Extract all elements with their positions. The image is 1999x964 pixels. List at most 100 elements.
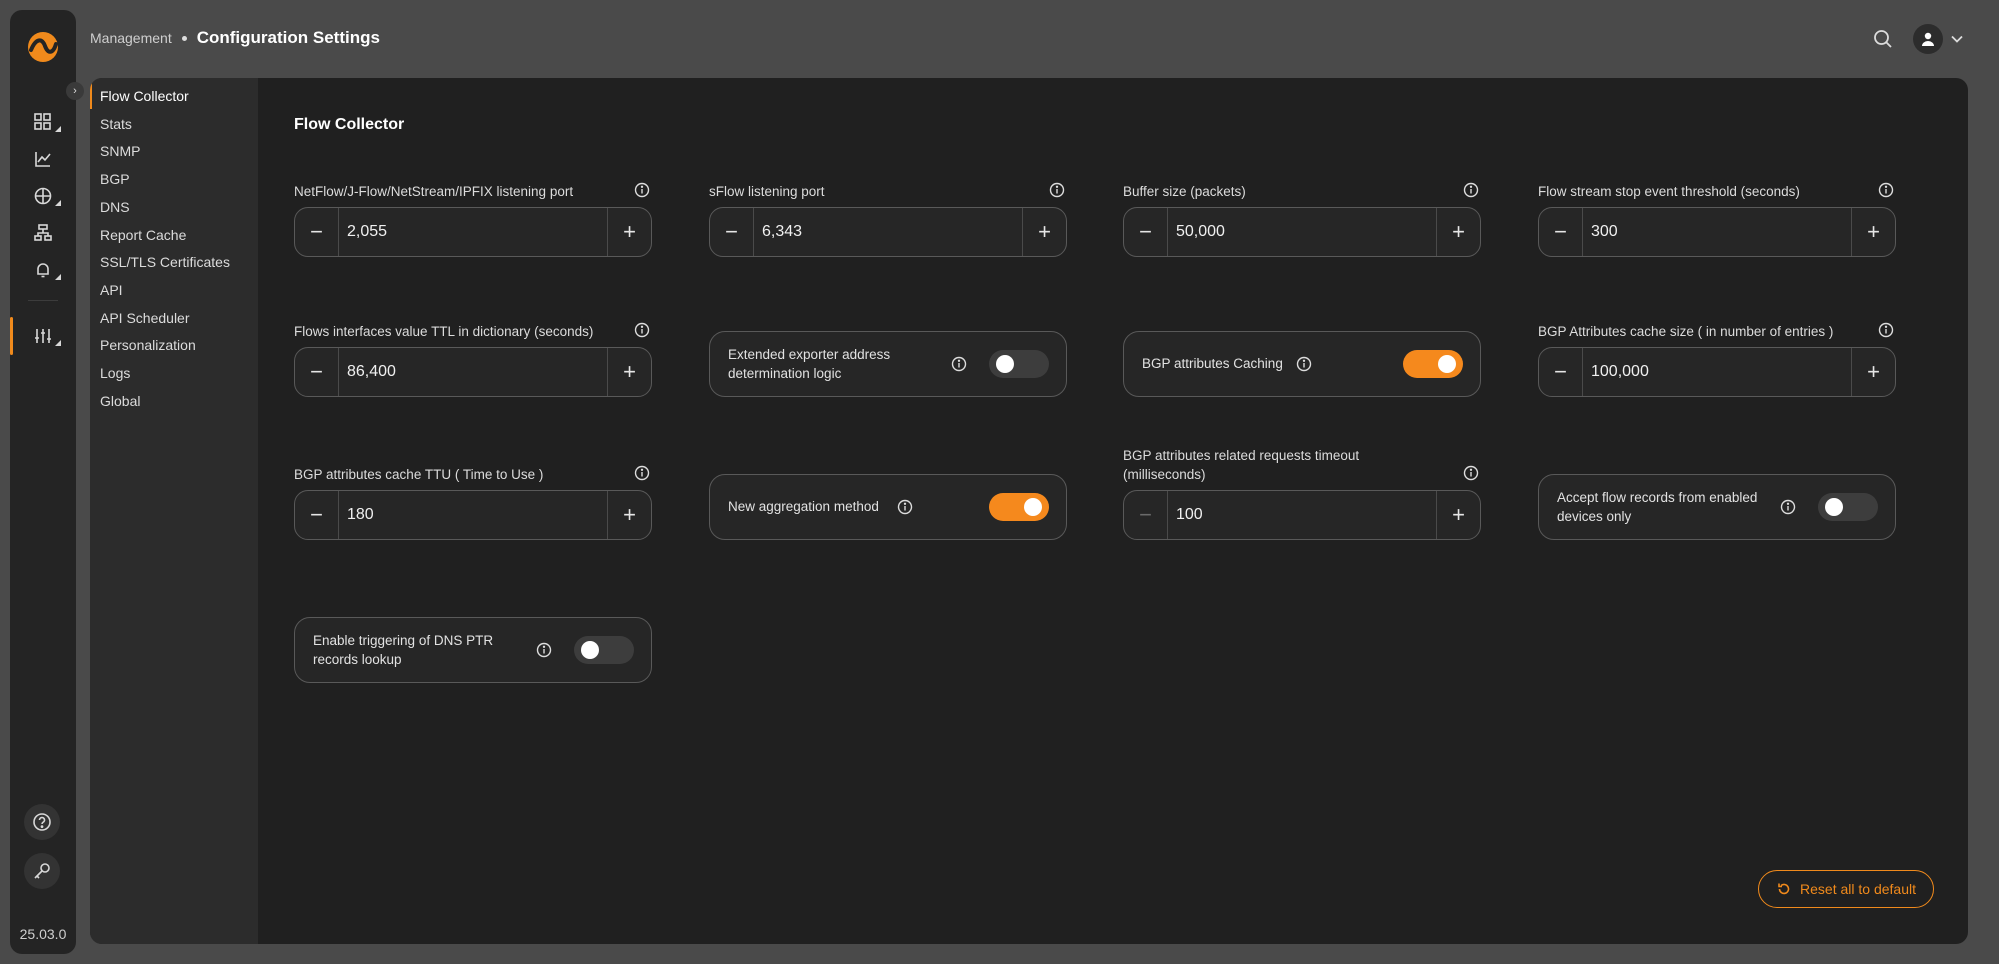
dns-ptr-toggle[interactable] bbox=[574, 636, 634, 664]
subnav-item-snmp[interactable]: SNMP bbox=[100, 141, 140, 161]
subnav-active-indicator bbox=[90, 83, 92, 109]
main-panel: Flow Collector Stats SNMP BGP DNS Report… bbox=[90, 78, 1968, 944]
accept-enabled-label: Accept flow records from enabled devices… bbox=[1557, 488, 1757, 526]
bgp-caching-toggle[interactable] bbox=[1403, 350, 1463, 378]
info-icon[interactable] bbox=[536, 642, 552, 658]
info-icon[interactable] bbox=[634, 465, 650, 481]
sflow-port-input[interactable]: 6,343 bbox=[754, 208, 1022, 256]
increment-button[interactable]: + bbox=[1022, 208, 1066, 256]
subnav-item-personalization[interactable]: Personalization bbox=[100, 335, 196, 355]
decrement-button[interactable]: − bbox=[295, 491, 339, 539]
chevron-down-icon[interactable] bbox=[1950, 32, 1964, 46]
stop-threshold-label: Flow stream stop event threshold (second… bbox=[1538, 184, 1800, 199]
help-icon[interactable] bbox=[24, 804, 60, 840]
extended-exporter-card: Extended exporter address determination … bbox=[709, 331, 1067, 397]
subnav-item-api-scheduler[interactable]: API Scheduler bbox=[100, 308, 190, 328]
reset-icon bbox=[1778, 883, 1790, 895]
info-icon[interactable] bbox=[1878, 322, 1894, 338]
increment-button[interactable]: + bbox=[607, 208, 651, 256]
dns-ptr-card: Enable triggering of DNS PTR records loo… bbox=[294, 617, 652, 683]
info-icon[interactable] bbox=[1780, 499, 1796, 515]
dns-ptr-label-line1: Enable triggering of DNS PTR bbox=[313, 633, 494, 648]
buffer-size-label: Buffer size (packets) bbox=[1123, 184, 1246, 199]
info-icon[interactable] bbox=[1878, 182, 1894, 198]
netflow-port-label: NetFlow/J-Flow/NetStream/IPFIX listening… bbox=[294, 184, 574, 199]
increment-button[interactable]: + bbox=[607, 491, 651, 539]
decrement-button[interactable]: − bbox=[295, 348, 339, 396]
stop-threshold-input[interactable]: 300 bbox=[1583, 208, 1851, 256]
search-icon[interactable] bbox=[1872, 28, 1894, 50]
sflow-port-label: sFlow listening port bbox=[709, 184, 825, 199]
decrement-button[interactable]: − bbox=[1539, 348, 1583, 396]
subnav-item-global[interactable]: Global bbox=[100, 391, 140, 411]
netflow-port-input[interactable]: 2,055 bbox=[339, 208, 607, 256]
subnav-item-ssl-tls[interactable]: SSL/TLS Certificates bbox=[100, 252, 230, 272]
dashboard-icon[interactable] bbox=[10, 102, 76, 142]
user-icon bbox=[1922, 32, 1934, 46]
subnav-item-bgp[interactable]: BGP bbox=[100, 169, 130, 189]
expand-rail-button[interactable]: › bbox=[66, 82, 84, 100]
info-icon[interactable] bbox=[897, 499, 913, 515]
subnav-item-report-cache[interactable]: Report Cache bbox=[100, 225, 186, 245]
bgp-timeout-input[interactable]: 100 bbox=[1168, 491, 1436, 539]
decrement-button[interactable]: − bbox=[1124, 208, 1168, 256]
subnav-item-stats[interactable]: Stats bbox=[100, 114, 132, 134]
new-aggregation-toggle[interactable] bbox=[989, 493, 1049, 521]
bgp-caching-label: BGP attributes Caching bbox=[1142, 356, 1283, 371]
breadcrumb-parent[interactable]: Management bbox=[90, 30, 172, 46]
buffer-size-stepper: − 50,000 + bbox=[1123, 207, 1481, 257]
increment-button[interactable]: + bbox=[1436, 208, 1480, 256]
bell-icon[interactable] bbox=[10, 250, 76, 290]
decrement-button[interactable]: − bbox=[1539, 208, 1583, 256]
flows-ttl-input[interactable]: 86,400 bbox=[339, 348, 607, 396]
subnav-item-dns[interactable]: DNS bbox=[100, 197, 130, 217]
decrement-button[interactable]: − bbox=[710, 208, 754, 256]
decrement-button[interactable]: − bbox=[1124, 491, 1168, 539]
reset-all-button[interactable]: Reset all to default bbox=[1758, 870, 1934, 908]
dns-ptr-label-line2: records lookup bbox=[313, 652, 402, 667]
info-icon[interactable] bbox=[951, 356, 967, 372]
app-rail: › 25.03.0 bbox=[10, 10, 84, 954]
app-version: 25.03.0 bbox=[19, 926, 67, 942]
subnav-item-logs[interactable]: Logs bbox=[100, 363, 130, 383]
bgp-timeout-label-line1: BGP attributes related requests timeout bbox=[1123, 448, 1360, 463]
extended-exporter-label: Extended exporter address determination … bbox=[728, 345, 890, 383]
extended-exporter-label-line1: Extended exporter address bbox=[728, 347, 891, 362]
info-icon[interactable] bbox=[1463, 182, 1479, 198]
toggle-knob bbox=[581, 641, 599, 659]
bgp-ttu-label: BGP attributes cache TTU ( Time to Use ) bbox=[294, 467, 544, 482]
settings-sliders-icon[interactable] bbox=[10, 316, 76, 356]
increment-button[interactable]: + bbox=[1851, 348, 1895, 396]
settings-subnav: Flow Collector Stats SNMP BGP DNS Report… bbox=[90, 78, 258, 944]
network-icon[interactable] bbox=[10, 176, 76, 216]
bgp-cache-size-input[interactable]: 100,000 bbox=[1583, 348, 1851, 396]
accept-enabled-label-line2: devices only bbox=[1557, 509, 1632, 524]
bgp-ttu-stepper: − 180 + bbox=[294, 490, 652, 540]
extended-exporter-toggle[interactable] bbox=[989, 350, 1049, 378]
rail-divider bbox=[28, 300, 58, 301]
section-title: Flow Collector bbox=[294, 116, 405, 133]
subnav-item-flow-collector[interactable]: Flow Collector bbox=[100, 86, 189, 106]
chart-icon[interactable] bbox=[10, 139, 76, 179]
info-icon[interactable] bbox=[634, 182, 650, 198]
info-icon[interactable] bbox=[634, 322, 650, 338]
subnav-item-api[interactable]: API bbox=[100, 280, 123, 300]
increment-button[interactable]: + bbox=[1436, 491, 1480, 539]
buffer-size-input[interactable]: 50,000 bbox=[1168, 208, 1436, 256]
key-icon[interactable] bbox=[24, 853, 60, 889]
info-icon[interactable] bbox=[1463, 465, 1479, 481]
avatar[interactable] bbox=[1913, 24, 1943, 54]
accept-enabled-toggle[interactable] bbox=[1818, 493, 1878, 521]
bgp-ttu-input[interactable]: 180 bbox=[339, 491, 607, 539]
stop-threshold-stepper: − 300 + bbox=[1538, 207, 1896, 257]
hierarchy-icon[interactable] bbox=[10, 213, 76, 253]
reset-all-label: Reset all to default bbox=[1800, 881, 1916, 897]
breadcrumb-separator bbox=[181, 35, 187, 41]
info-icon[interactable] bbox=[1296, 356, 1312, 372]
decrement-button[interactable]: − bbox=[295, 208, 339, 256]
app-logo[interactable] bbox=[26, 30, 60, 64]
increment-button[interactable]: + bbox=[607, 348, 651, 396]
info-icon[interactable] bbox=[1049, 182, 1065, 198]
breadcrumb: Management Configuration Settings bbox=[90, 28, 380, 48]
increment-button[interactable]: + bbox=[1851, 208, 1895, 256]
